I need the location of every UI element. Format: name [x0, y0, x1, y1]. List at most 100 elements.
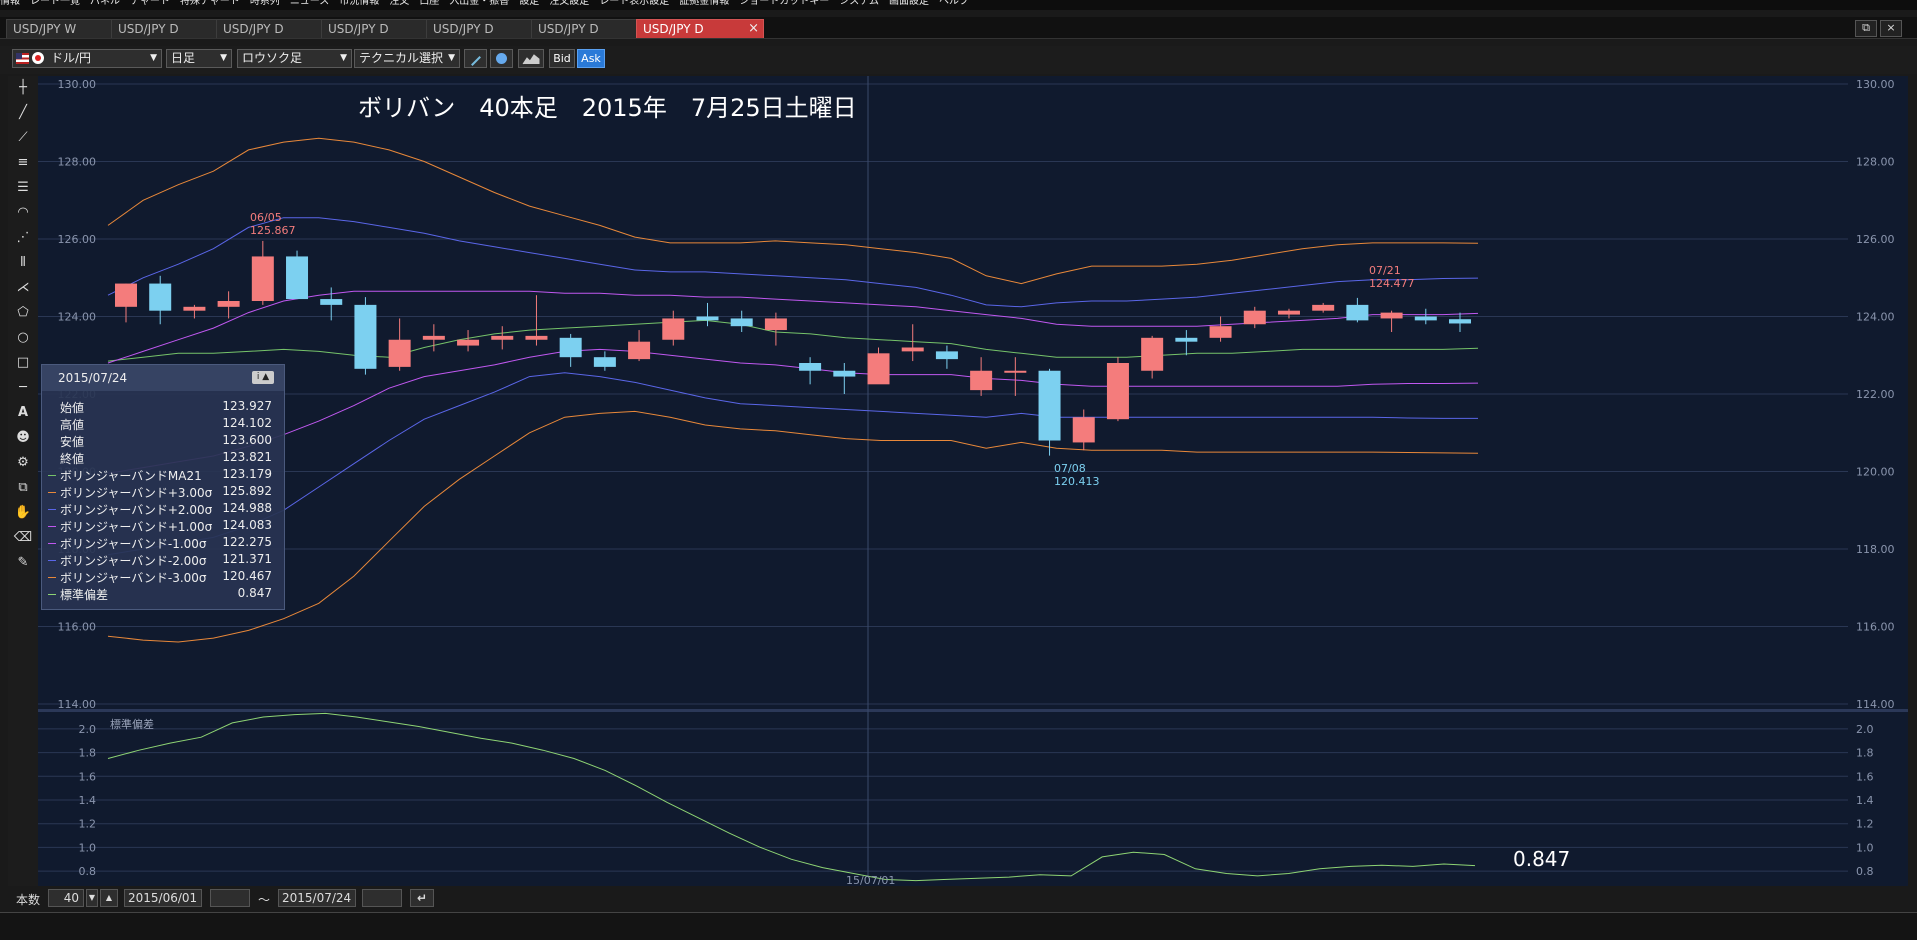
series-swatch — [48, 509, 56, 510]
close-window-button[interactable]: × — [1880, 20, 1902, 37]
menu-item[interactable]: 注文 — [389, 0, 409, 7]
price-chart[interactable]: 130.00 130.00 128.00 128.00 126.00 126.00 124.… — [38, 76, 1908, 887]
menu-item[interactable]: 情報 — [0, 0, 20, 7]
chart-tab[interactable]: USD/JPY D × — [636, 19, 764, 38]
count-stepper[interactable]: ▼ — [86, 889, 98, 907]
fan-tool[interactable]: ⋰ — [12, 228, 34, 247]
candle-body — [183, 306, 206, 311]
menu-item[interactable]: ヘルプ — [939, 0, 969, 7]
apply-button[interactable]: ↵ — [410, 889, 434, 907]
trendline-tool[interactable]: ╱ — [12, 103, 34, 122]
pen-icon — [470, 56, 481, 66]
candle-body — [1106, 363, 1129, 420]
to-date-input[interactable]: 2015/07/24 — [278, 889, 356, 907]
chart-style-button[interactable] — [518, 49, 544, 68]
draw-pen-button[interactable] — [464, 49, 487, 68]
sub-y-axis-tick-right: 2.0 — [1856, 723, 1874, 736]
polygon-tool[interactable]: ⬠ — [12, 303, 34, 322]
menu-item[interactable]: レート表示設定 — [599, 0, 669, 7]
series-swatch — [48, 560, 56, 561]
bollinger-band-p2 — [107, 217, 1479, 308]
menu-item[interactable]: パネル — [90, 0, 120, 7]
menu-item[interactable]: チャート — [130, 0, 170, 7]
restore-window-button[interactable]: ⧉ — [1855, 20, 1877, 37]
menu-item[interactable]: 時系列 — [250, 0, 280, 7]
crosshair-tool[interactable]: ┼ — [12, 78, 34, 97]
series-swatch — [48, 526, 56, 527]
settings-tool[interactable]: ⚙ — [12, 453, 34, 472]
circle-tool[interactable]: ○ — [12, 328, 34, 347]
hand-tool[interactable]: ✋ — [12, 503, 34, 522]
menu-item[interactable]: ショートカットキー — [739, 0, 829, 7]
menu-item[interactable]: 画面設定 — [889, 0, 929, 7]
pitchfork-tool[interactable]: ⋌ — [12, 278, 34, 297]
menu-item[interactable]: システム — [839, 0, 879, 7]
series-swatch — [48, 543, 56, 544]
chart-type-select[interactable]: ロウソク足 ▼ — [237, 49, 352, 68]
menu-item[interactable]: 証拠金情報 — [679, 0, 729, 7]
info-row: ボリンジャーバンド+2.00σ 124.988 — [42, 501, 286, 518]
sub-y-axis-tick-right: 0.8 — [1856, 865, 1874, 878]
candle-body — [422, 335, 445, 340]
pentagon-icon: ⬠ — [17, 305, 29, 320]
chevron-down-icon: ▼ — [340, 53, 347, 63]
series-swatch — [48, 475, 56, 476]
menu-item[interactable]: 入出金・振替 — [449, 0, 509, 7]
info-row-label: ボリンジャーバンド+1.00σ — [60, 520, 213, 534]
time-zones-tool[interactable]: ⦀ — [12, 253, 34, 272]
technical-select[interactable]: テクニカル選択 ▼ — [354, 49, 460, 68]
stepper-icon: ▼ — [88, 893, 96, 902]
y-axis-tick-left: 114.00 — [58, 698, 97, 711]
collapse-button[interactable]: i ▲ — [252, 371, 274, 384]
ask-button[interactable]: Ask — [577, 49, 605, 68]
range-separator: 〜 — [258, 893, 271, 907]
bar-count-input[interactable]: 40 — [48, 889, 84, 907]
icon-tool[interactable]: ☻ — [12, 428, 34, 447]
close-tab-icon[interactable]: × — [748, 20, 759, 38]
from-date-input[interactable]: 2015/06/01 — [124, 889, 202, 907]
bollinger-band-m1 — [107, 348, 1479, 474]
bollinger-band-p1 — [107, 290, 1479, 364]
fib-arc-tool[interactable]: ◠ — [12, 203, 34, 222]
copy-tool[interactable]: ⧉ — [12, 478, 34, 497]
text-tool[interactable]: A — [12, 403, 34, 422]
y-axis-tick-right: 122.00 — [1856, 388, 1895, 401]
candle-body — [491, 335, 514, 340]
copy-icon: ⧉ — [18, 480, 28, 495]
menu-item[interactable]: 口座 — [419, 0, 439, 7]
menu-item[interactable]: ニュース — [290, 0, 330, 7]
symbol-select[interactable]: ドル/円 ▼ — [12, 49, 162, 68]
sub-y-axis-tick-left: 1.0 — [79, 841, 97, 854]
timeframe-select[interactable]: 日足 ▼ — [166, 49, 232, 68]
from-time-input[interactable] — [210, 889, 250, 907]
hline-tool[interactable]: ─ — [12, 378, 34, 397]
eraser-tool[interactable]: ⌫ — [12, 528, 34, 547]
candle-body — [799, 363, 822, 371]
to-time-input[interactable] — [362, 889, 402, 907]
count-stepper-up[interactable]: ▲ — [100, 889, 118, 907]
ruler-tool[interactable]: ⟋ — [12, 128, 34, 147]
hlines-tool[interactable]: ≡ — [12, 153, 34, 172]
menu-item[interactable]: 設定 — [519, 0, 539, 7]
erase-all-tool[interactable]: ✎ — [12, 553, 34, 572]
info-icon — [496, 53, 507, 64]
fan-icon: ⋰ — [16, 230, 30, 245]
menu-item[interactable]: 特殊チャート — [180, 0, 240, 7]
chart-tab-bar: USD/JPY W×USD/JPY D×USD/JPY D×USD/JPY D×… — [0, 17, 1917, 39]
info-row-value: 123.600 — [222, 433, 272, 447]
menu-item[interactable]: レート一覧 — [30, 0, 80, 7]
info-button[interactable] — [490, 49, 513, 68]
tab-label: USD/JPY D — [538, 22, 599, 36]
y-axis-tick-right: 126.00 — [1856, 233, 1895, 246]
fib-retracement-tool[interactable]: ☰ — [12, 178, 34, 197]
rectangle-tool[interactable]: □ — [12, 353, 34, 372]
bid-button[interactable]: Bid — [549, 49, 575, 68]
info-row: 安値 123.600 — [42, 433, 286, 450]
menu-item[interactable]: 市況情報 — [339, 0, 379, 7]
chart-area[interactable]: 130.00 130.00 128.00 128.00 126.00 126.00 124.… — [38, 76, 1908, 887]
tab-label: USD/JPY D — [223, 22, 284, 36]
candle-body — [628, 341, 651, 360]
menu-item[interactable]: 注文設定 — [549, 0, 589, 7]
y-axis-tick-right: 114.00 — [1856, 698, 1895, 711]
y-axis-tick-right: 128.00 — [1856, 156, 1895, 169]
